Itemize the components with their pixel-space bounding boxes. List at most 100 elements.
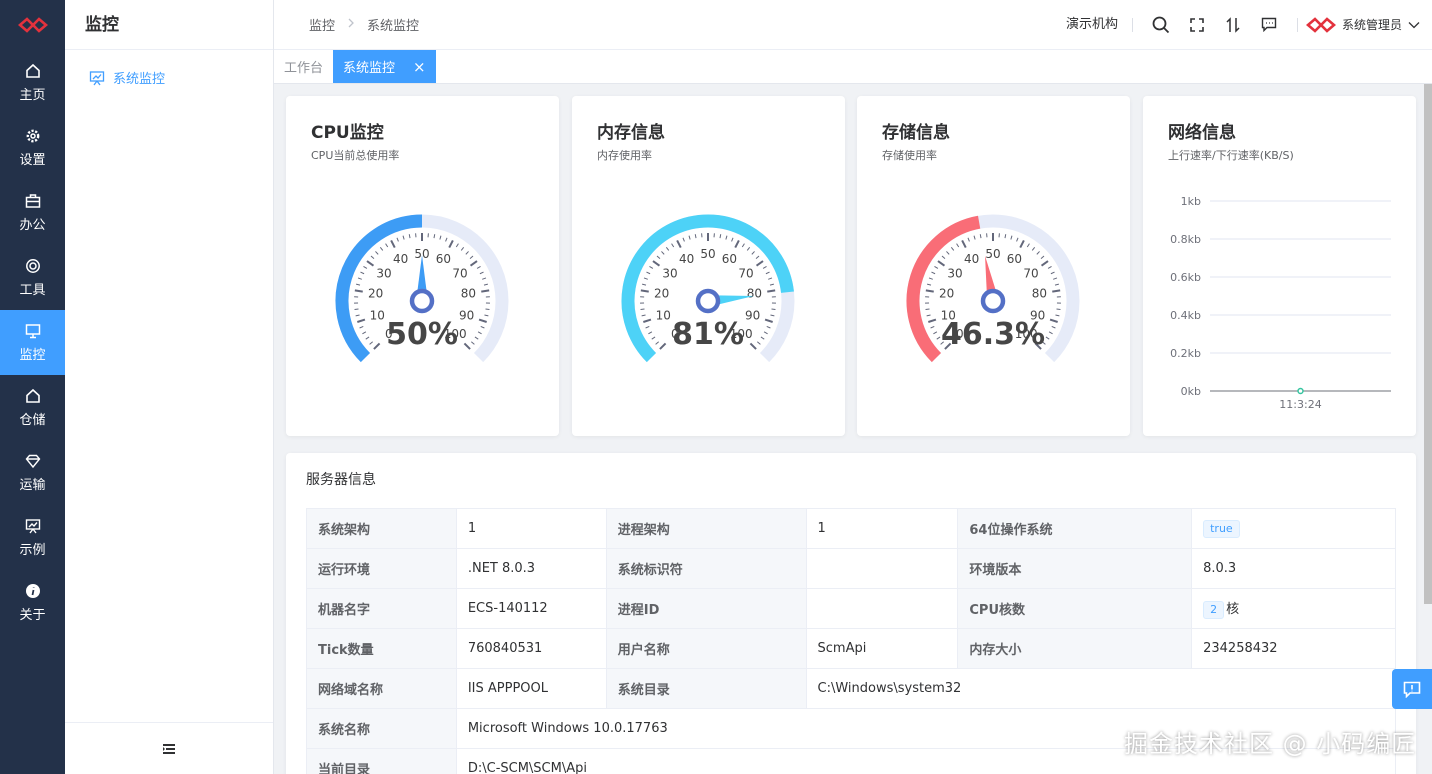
info-label: 系统架构 <box>306 508 457 549</box>
info-value: 760840531 <box>455 628 607 669</box>
sidebar-item-home[interactable]: 主页 <box>0 50 65 115</box>
submenu-item-label: 系统监控 <box>113 72 166 87</box>
sidebar-item-info[interactable]: 关于 <box>0 570 65 635</box>
gauge-tick <box>354 308 359 311</box>
gauge-tick <box>390 239 396 248</box>
info-value: IIS APPPOOL <box>455 668 607 709</box>
gauge-tick <box>455 243 459 248</box>
gauge-tick <box>762 265 767 269</box>
gauge-tick <box>445 237 448 242</box>
gauge-tick <box>950 246 955 251</box>
gauge-tick-label: 80 <box>1032 287 1047 301</box>
y-tick-label: 0.8kb <box>1170 233 1201 246</box>
gauge-tick <box>469 260 478 267</box>
gauge-tick <box>771 308 776 311</box>
gauge-tick <box>688 235 691 240</box>
gauge-tick <box>928 318 937 323</box>
value-tag: 2 <box>1203 601 1225 619</box>
submenu-item-system-monitor[interactable]: 系统监控 <box>65 50 273 87</box>
gauge-tick-label: 70 <box>452 266 467 280</box>
gauge-tick <box>1010 235 1013 240</box>
gauge-tick <box>460 246 465 251</box>
info-label: 网络域名称 <box>306 668 457 709</box>
tab-label: 系统监控 <box>343 61 396 76</box>
search-icon[interactable] <box>1143 16 1179 34</box>
info-label: CPU核数 <box>957 588 1193 629</box>
gauge-tick <box>476 265 481 269</box>
gauge-tick <box>655 341 660 345</box>
sidebar-item-label: 关于 <box>19 607 46 623</box>
gauge-tick <box>741 243 745 248</box>
sidebar-item-label: 办公 <box>19 217 46 233</box>
gauge-tick-label: 10 <box>656 309 671 323</box>
sidebar-item-label: 运输 <box>19 477 46 493</box>
gauge-tick <box>648 331 653 335</box>
value-suffix: 核 <box>1226 602 1240 617</box>
sort-icon[interactable] <box>1215 16 1251 33</box>
gauge-tick <box>734 239 740 248</box>
sub-menu: 监控 系统监控 <box>65 0 274 774</box>
sidebar-item-presentation[interactable]: 示例 <box>0 505 65 570</box>
gauge-tick <box>483 283 488 286</box>
gauge-tick <box>480 325 485 329</box>
tab-workbench[interactable]: 工作台 <box>274 50 333 83</box>
info-value: 1 <box>805 508 959 549</box>
gauge-tick <box>1040 255 1045 260</box>
sidebar-item-diamond[interactable]: 运输 <box>0 440 65 505</box>
gauge-value: 50% <box>386 317 458 352</box>
sidebar-item-monitor[interactable]: 监控 <box>0 310 65 375</box>
warehouse-icon <box>25 388 40 403</box>
gauge-tick <box>408 234 411 239</box>
gauge-tick <box>365 336 370 340</box>
page-scrollbar[interactable] <box>1424 84 1432 604</box>
gauge-tick <box>765 271 770 275</box>
info-value: 8.0.3 <box>1191 548 1396 589</box>
close-icon[interactable]: × <box>413 58 426 76</box>
info-label: 系统目录 <box>605 668 807 709</box>
breadcrumb-item-monitor[interactable]: 监控 <box>309 15 335 34</box>
gauge-tick <box>463 342 471 350</box>
top-header: 监控 系统监控 演示机构 系统管理员 <box>274 0 1432 50</box>
menu-fold-icon <box>163 743 175 754</box>
gauge-tick <box>465 251 469 255</box>
gauge-tick <box>661 251 665 255</box>
message-icon[interactable] <box>1251 17 1287 32</box>
user-menu[interactable]: 系统管理员 <box>1305 16 1420 33</box>
card-title: 内存信息 <box>597 123 665 143</box>
gauge-tick <box>474 336 479 340</box>
app-logo[interactable] <box>0 0 65 50</box>
presentation-icon <box>25 518 40 533</box>
tab-system-monitor[interactable]: 系统监控 × <box>333 50 436 83</box>
tab-bar: 工作台 系统监控 × <box>274 50 1432 84</box>
sidebar-item-gear[interactable]: 设置 <box>0 115 65 180</box>
sidebar-item-lifebuoy[interactable]: 工具 <box>0 245 65 310</box>
card-subtitle: 内存使用率 <box>597 149 652 162</box>
collapse-menu-button[interactable] <box>65 722 273 774</box>
breadcrumb-item-system-monitor: 系统监控 <box>367 19 420 34</box>
gauge-tick <box>925 308 930 311</box>
info-icon <box>25 583 40 598</box>
fullscreen-icon[interactable] <box>1179 17 1215 32</box>
gauge-tick <box>439 235 442 240</box>
sidebar-item-warehouse[interactable]: 仓储 <box>0 375 65 440</box>
sidebar-item-label: 监控 <box>19 347 46 363</box>
chevron-down-icon <box>1408 21 1420 28</box>
org-switcher[interactable]: 演示机构 <box>1066 17 1133 32</box>
gauge-tick <box>731 237 734 242</box>
gauge-tick <box>357 277 362 280</box>
gear-icon <box>26 129 39 142</box>
info-label: 环境版本 <box>957 548 1193 589</box>
info-value: 234258432 <box>1191 628 1396 669</box>
gauge-tick <box>485 308 490 311</box>
table-row: Tick数量 760840531 用户名称 ScmApi 内存大小 234258432 <box>306 628 1396 669</box>
gauge-tick <box>767 289 776 293</box>
gauge-tick <box>373 342 381 350</box>
card-subtitle: 上行速率/下行速率(KB/S) <box>1168 149 1294 162</box>
chevron-right-icon <box>347 17 355 32</box>
info-label: 机器名字 <box>306 588 457 629</box>
feedback-button[interactable] <box>1392 669 1432 709</box>
sidebar-item-briefcase[interactable]: 办公 <box>0 180 65 245</box>
gauge-tick <box>751 251 755 255</box>
gauge-tick-label: 40 <box>393 252 408 266</box>
gauge-tick <box>433 234 436 239</box>
